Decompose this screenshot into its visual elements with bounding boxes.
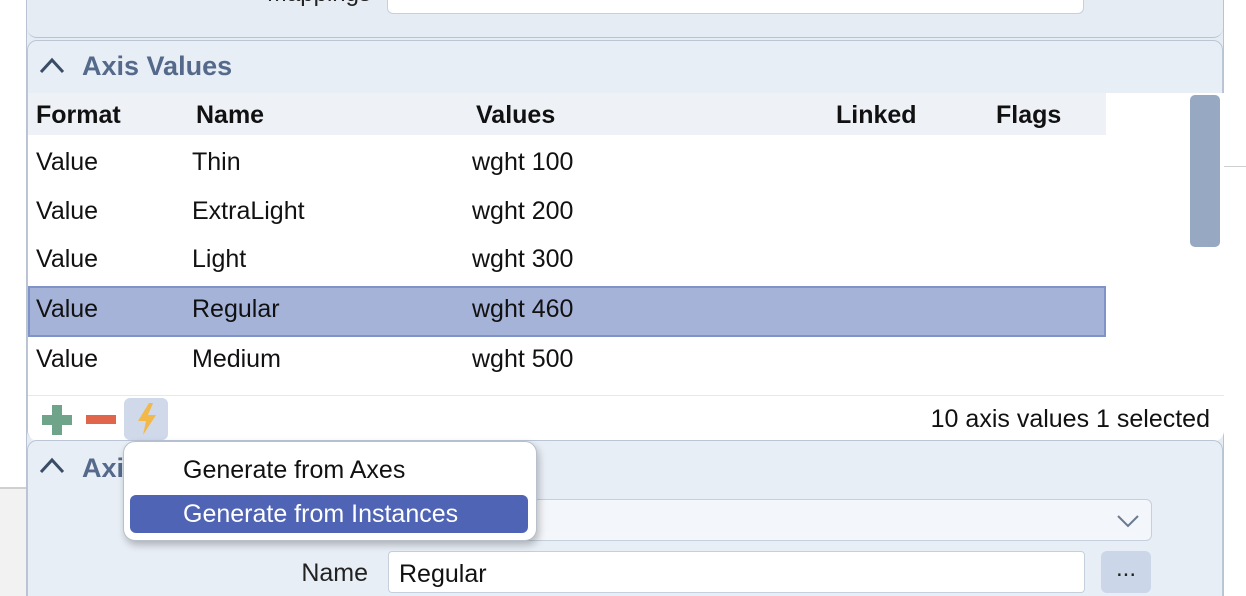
table-row[interactable]: Value Medium wght 500 bbox=[28, 336, 1106, 384]
mappings-label: Mappings bbox=[267, 0, 371, 8]
more-button[interactable]: ... bbox=[1101, 551, 1151, 593]
cell-values: wght 300 bbox=[472, 245, 574, 273]
cell-name: Light bbox=[192, 245, 247, 273]
mappings-field[interactable] bbox=[387, 0, 1084, 14]
minus-icon[interactable] bbox=[86, 415, 116, 424]
chevron-up-icon[interactable] bbox=[38, 455, 66, 475]
column-header-linked[interactable]: Linked bbox=[836, 101, 917, 130]
menu-item-generate-from-instances[interactable]: Generate from Instances bbox=[130, 495, 528, 533]
section-title: Axis Values bbox=[82, 51, 233, 81]
axis-values-section: Axis Values Format Name Values Linked Fl… bbox=[27, 40, 1224, 441]
name-label: Name bbox=[301, 559, 368, 587]
lightning-icon bbox=[138, 403, 156, 435]
table-header: Format Name Values Linked Flags bbox=[28, 93, 1106, 135]
divider bbox=[1224, 166, 1246, 167]
generate-button[interactable] bbox=[124, 398, 168, 440]
cell-values: wght 200 bbox=[472, 197, 574, 225]
scrollbar[interactable] bbox=[1186, 93, 1224, 395]
table-row-selected[interactable]: Value Regular wght 460 bbox=[28, 286, 1106, 337]
axis-values-table: Format Name Values Linked Flags Value Th… bbox=[28, 93, 1224, 395]
cell-format: Value bbox=[36, 197, 99, 225]
cell-format: Value bbox=[36, 148, 99, 176]
section-title: Axi bbox=[82, 453, 125, 483]
cell-name: Thin bbox=[192, 148, 241, 176]
generate-popup-menu: Generate from Axes Generate from Instanc… bbox=[123, 441, 537, 541]
cell-values: wght 500 bbox=[472, 345, 574, 373]
background-panel bbox=[0, 488, 26, 596]
table-row[interactable]: Value Thin wght 100 bbox=[28, 139, 1106, 187]
cell-name: Medium bbox=[192, 345, 281, 373]
cell-format: Value bbox=[36, 345, 99, 373]
cell-name: ExtraLight bbox=[192, 197, 305, 225]
mappings-panel: Mappings bbox=[27, 0, 1223, 38]
selection-status: 10 axis values 1 selected bbox=[930, 405, 1210, 433]
column-header-flags[interactable]: Flags bbox=[996, 101, 1061, 130]
plus-icon[interactable] bbox=[42, 405, 72, 435]
cell-name: Regular bbox=[192, 295, 280, 323]
column-header-format[interactable]: Format bbox=[36, 101, 121, 130]
name-input-value: Regular bbox=[399, 560, 487, 588]
column-header-name[interactable]: Name bbox=[196, 101, 264, 130]
column-header-values[interactable]: Values bbox=[476, 101, 555, 130]
table-row[interactable]: Value Light wght 300 bbox=[28, 236, 1106, 284]
scrollbar-thumb[interactable] bbox=[1190, 95, 1220, 247]
name-input[interactable]: Regular bbox=[388, 551, 1085, 593]
chevron-up-icon[interactable] bbox=[38, 55, 66, 75]
cell-values: wght 100 bbox=[472, 148, 574, 176]
cell-values: wght 460 bbox=[472, 295, 574, 323]
cell-format: Value bbox=[36, 245, 99, 273]
chevron-down-icon bbox=[1117, 515, 1139, 528]
menu-item-generate-from-axes[interactable]: Generate from Axes bbox=[130, 451, 528, 489]
cell-format: Value bbox=[36, 295, 99, 323]
section-header[interactable]: Axis Values bbox=[28, 41, 1222, 93]
table-footer: 10 axis values 1 selected bbox=[28, 395, 1224, 441]
table-row[interactable]: Value ExtraLight wght 200 bbox=[28, 188, 1106, 236]
